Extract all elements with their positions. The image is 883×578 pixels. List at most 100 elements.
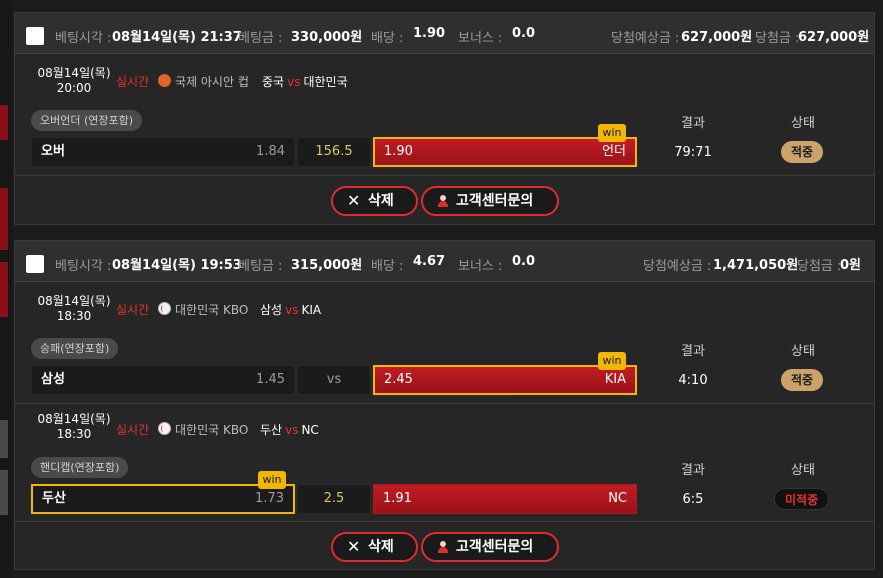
win-amount-value: 0원 bbox=[840, 258, 862, 273]
bet-select-checkbox[interactable] bbox=[26, 27, 44, 45]
home-odds: 1.84 bbox=[256, 144, 285, 159]
bet-header: 베팅시각 : 08월14일(목) 19:53 베팅금 : 315,000원 배당… bbox=[15, 241, 874, 282]
home-odds-cell[interactable]: 오버 1.84 bbox=[31, 137, 295, 167]
bet-time-label: 베팅시각 : bbox=[55, 31, 112, 46]
away-team: KIA bbox=[301, 303, 322, 317]
live-label: 실시간 bbox=[116, 75, 150, 89]
result-header: 결과 bbox=[681, 463, 705, 478]
odds-label: 배당 : bbox=[371, 259, 404, 274]
expected-win-value: 1,471,050원 bbox=[713, 258, 799, 273]
bet-amount-label: 베팅금 : bbox=[238, 31, 283, 46]
win-amount-value: 627,000원 bbox=[798, 30, 870, 45]
left-edge-marker bbox=[0, 188, 8, 250]
status-badge: 미적중 bbox=[774, 488, 830, 510]
odds-value: 1.90 bbox=[413, 26, 446, 41]
away-odds-cell-selected[interactable]: 2.45 KIA bbox=[373, 365, 637, 395]
away-team: NC bbox=[301, 423, 319, 437]
left-edge-marker bbox=[0, 262, 8, 317]
expected-win-label: 당첨예상금 : bbox=[611, 31, 680, 46]
home-pick-label: 오버 bbox=[41, 144, 65, 159]
away-pick-label: NC bbox=[608, 491, 627, 506]
game-row: 08월14일(목) 20:00 실시간 국제 아시안 컵 중국 vs 대한민국 오버… bbox=[15, 54, 874, 175]
market-type-badge: 핸디캡(연장포함) bbox=[31, 457, 129, 478]
bet-amount-value: 330,000원 bbox=[291, 30, 363, 45]
bet-actions: ✕ 삭제 고객센터문의 bbox=[15, 175, 874, 225]
game-date: 08월14일(목) bbox=[37, 294, 111, 308]
win-amount-label: 당첨금 : bbox=[755, 31, 800, 46]
vs-label: vs bbox=[285, 423, 299, 437]
away-odds-cell-selected[interactable]: 1.90 언더 bbox=[373, 137, 637, 167]
away-odds: 2.45 bbox=[384, 372, 413, 387]
game-datetime: 08월14일(목) 20:00 bbox=[33, 66, 115, 96]
home-odds: 1.73 bbox=[255, 491, 284, 506]
status-header: 상태 bbox=[791, 463, 815, 478]
bet-time-label: 베팅시각 : bbox=[55, 259, 112, 274]
match-teams: 삼성 vs KIA bbox=[260, 301, 321, 318]
left-edge-panel bbox=[0, 0, 12, 578]
home-odds: 1.45 bbox=[256, 372, 285, 387]
bet-card: 베팅시각 : 08월14일(목) 21:37 베팅금 : 330,000원 배당… bbox=[14, 12, 875, 225]
bet-amount-label: 베팅금 : bbox=[238, 259, 283, 274]
away-team: 대한민국 bbox=[303, 75, 348, 89]
odds-value: 4.67 bbox=[413, 254, 446, 269]
result-header: 결과 bbox=[681, 344, 705, 359]
vs-label: vs bbox=[287, 75, 301, 89]
market-type-badge: 승패(연장포함) bbox=[31, 338, 119, 359]
status-header: 상태 bbox=[791, 344, 815, 359]
bonus-label: 보너스 : bbox=[458, 259, 503, 274]
game-time: 18:30 bbox=[56, 309, 92, 323]
league-name: 대한민국 KBO bbox=[175, 423, 249, 437]
result-header: 결과 bbox=[681, 116, 705, 131]
home-team: 삼성 bbox=[260, 303, 283, 317]
win-badge: win bbox=[598, 124, 626, 142]
bonus-value: 0.0 bbox=[512, 254, 536, 269]
home-pick-label: 삼성 bbox=[41, 372, 65, 387]
bonus-label: 보너스 : bbox=[458, 31, 503, 46]
game-result: 79:71 bbox=[674, 145, 712, 160]
win-badge: win bbox=[258, 471, 286, 489]
game-time: 20:00 bbox=[56, 81, 92, 95]
left-edge-marker bbox=[0, 470, 8, 515]
league-name: 대한민국 KBO bbox=[175, 303, 249, 317]
game-time: 18:30 bbox=[56, 427, 92, 441]
expected-win-value: 627,000원 bbox=[681, 30, 753, 45]
game-datetime: 08월14일(목) 18:30 bbox=[33, 294, 115, 324]
home-team: 두산 bbox=[260, 423, 283, 437]
delete-button[interactable]: ✕ 삭제 bbox=[331, 186, 418, 216]
game-row: 08월14일(목) 18:30 실시간 대한민국 KBO 두산 vs NC 핸디캡(… bbox=[15, 404, 874, 521]
status-header: 상태 bbox=[791, 116, 815, 131]
support-button[interactable]: 고객센터문의 bbox=[421, 186, 559, 216]
line-value-cell: 156.5 bbox=[297, 137, 371, 167]
market-type-badge: 오버언더 (연장포함) bbox=[31, 110, 143, 131]
support-button-label: 고객센터문의 bbox=[456, 193, 534, 209]
bet-actions: ✕ 삭제 고객센터문의 bbox=[15, 521, 874, 570]
away-odds: 1.90 bbox=[384, 144, 413, 159]
bet-card: 베팅시각 : 08월14일(목) 19:53 베팅금 : 315,000원 배당… bbox=[14, 240, 875, 570]
away-odds-cell[interactable]: 1.91 NC bbox=[373, 484, 637, 514]
home-team: 중국 bbox=[262, 75, 285, 89]
basketball-icon bbox=[158, 74, 171, 87]
game-date: 08월14일(목) bbox=[37, 66, 111, 80]
home-odds-cell-selected[interactable]: 두산 1.73 bbox=[31, 484, 295, 514]
league-name: 국제 아시안 컵 bbox=[175, 75, 249, 89]
live-label: 실시간 bbox=[116, 423, 150, 437]
win-badge: win bbox=[598, 352, 626, 370]
left-edge-marker bbox=[0, 105, 8, 140]
away-pick-label: KIA bbox=[604, 372, 626, 387]
match-teams: 중국 vs 대한민국 bbox=[262, 73, 348, 90]
away-odds: 1.91 bbox=[383, 491, 412, 506]
match-teams: 두산 vs NC bbox=[260, 421, 319, 438]
odds-label: 배당 : bbox=[371, 31, 404, 46]
baseball-icon bbox=[158, 302, 171, 315]
agent-icon bbox=[437, 195, 449, 207]
status-badge: 적중 bbox=[781, 369, 824, 391]
bet-header: 베팅시각 : 08월14일(목) 21:37 베팅금 : 330,000원 배당… bbox=[15, 13, 874, 54]
support-button-label: 고객센터문의 bbox=[456, 539, 534, 555]
delete-button[interactable]: ✕ 삭제 bbox=[331, 532, 418, 562]
bet-select-checkbox[interactable] bbox=[26, 255, 44, 273]
support-button[interactable]: 고객센터문의 bbox=[421, 532, 559, 562]
home-odds-cell[interactable]: 삼성 1.45 bbox=[31, 365, 295, 395]
game-row: 08월14일(목) 18:30 실시간 대한민국 KBO 삼성 vs KIA 승패(… bbox=[15, 282, 874, 403]
close-icon: ✕ bbox=[347, 537, 361, 556]
left-edge-marker bbox=[0, 420, 8, 458]
